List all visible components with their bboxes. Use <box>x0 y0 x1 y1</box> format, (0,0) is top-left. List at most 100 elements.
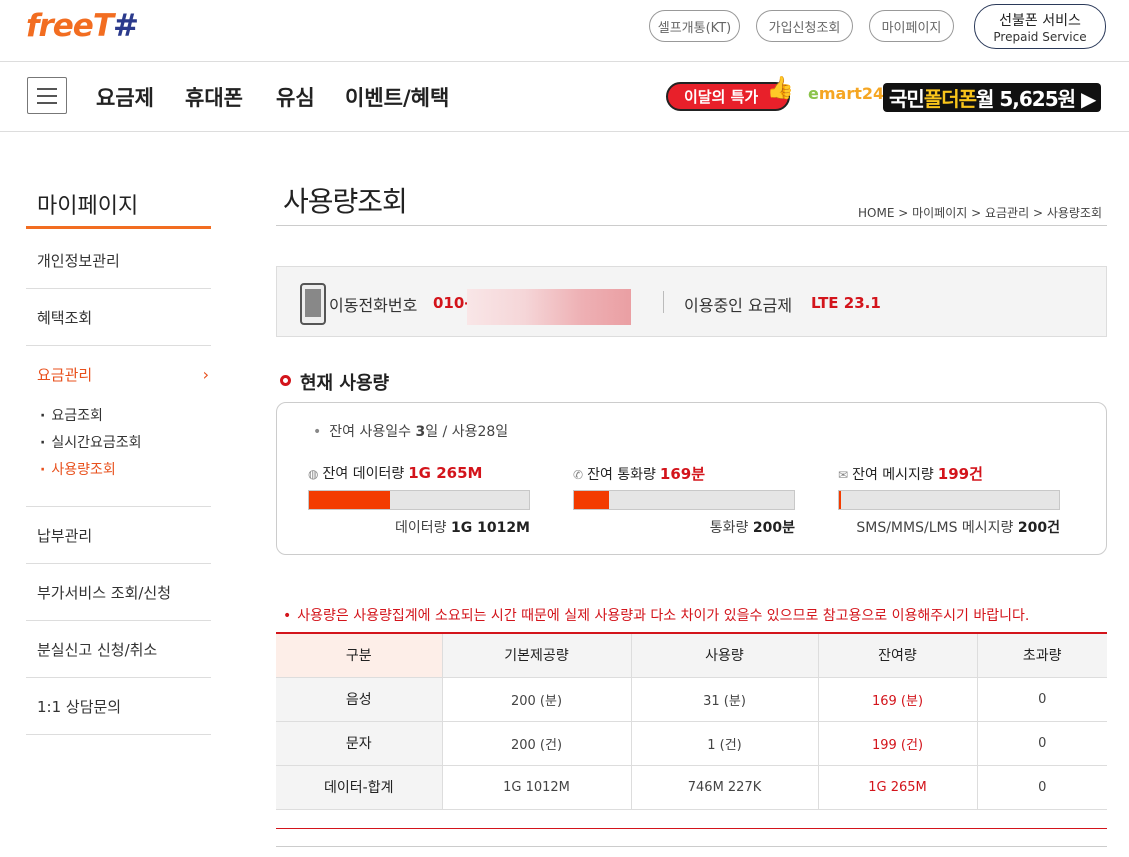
table-row: 음성 200 (분) 31 (분) 169 (분) 0 <box>276 677 1107 722</box>
total-value: 200건 <box>1017 520 1060 536</box>
row-used: 1 (건) <box>630 721 818 766</box>
title-divider <box>276 225 1107 226</box>
col-excess: 초과량 <box>976 633 1107 678</box>
thumbs-up-icon: 👍 <box>766 76 794 101</box>
sidebar-item-label: 요금관리 <box>37 366 93 384</box>
sidebar-item-label: 개인정보관리 <box>37 251 120 270</box>
nav-phones[interactable]: 휴대폰 <box>185 82 243 112</box>
chevron-right-icon: › <box>202 365 209 384</box>
row-remaining: 1G 265M <box>817 765 977 810</box>
folder-phone-banner[interactable]: 국민 폴더폰 월 5,625원 ▶ <box>883 83 1102 112</box>
message-usage-metric: ✉ 잔여 메시지량 199건 SMS/MMS/LMS 메시지량 200건 <box>838 463 1060 536</box>
sidebar-item-loss-report[interactable]: 분실신고 신청/취소 <box>26 621 211 678</box>
total-value: 1G 1012M <box>450 520 530 536</box>
info-separator <box>663 291 664 313</box>
sidebar-item-benefits[interactable]: 혜택조회 <box>26 289 211 346</box>
days-remaining-value: 3 <box>415 424 426 440</box>
breadcrumb: HOME > 마이페이지 > 요금관리 > 사용량조회 <box>858 206 1103 220</box>
monthly-deal-text: 이달의 특가 <box>684 88 759 106</box>
logo-text: freeT <box>26 8 114 44</box>
data-usage-bar <box>308 490 530 510</box>
metric-value: 169분 <box>659 465 706 483</box>
sidebar-title-underline <box>26 226 211 229</box>
sub-item-usage-inquiry[interactable]: 사용량조회 <box>40 459 115 479</box>
emart24-logo[interactable]: emart24 <box>808 84 884 103</box>
row-category: 데이터-합계 <box>276 765 442 810</box>
metric-total: 통화량 200분 <box>710 517 795 537</box>
row-used: 746M 227K <box>630 765 818 810</box>
row-excess: 0 <box>976 721 1107 766</box>
table-row: 데이터-합계 1G 1012M 746M 227K 1G 265M 0 <box>276 765 1107 810</box>
mail-icon: ✉ <box>838 468 849 482</box>
row-category: 문자 <box>276 721 442 766</box>
logo-hash: # <box>112 8 139 44</box>
page-title: 사용량조회 <box>283 185 408 218</box>
top-header: freeT# 셀프개통(KT) 가입신청조회 마이페이지 선불폰 서비스 Pre… <box>0 0 1129 62</box>
subscriber-info-box: 이동전화번호 010-4 이용중인 요금제 LTE 23.1 <box>276 266 1107 337</box>
main-nav: 요금제 휴대폰 유심 이벤트/혜택 이달의 특가 👍 emart24 국민 폴더폰… <box>0 62 1129 132</box>
nav-usim[interactable]: 유심 <box>276 82 315 112</box>
promo-price: 월 5,625원 ▶ <box>976 87 1096 111</box>
nav-plans[interactable]: 요금제 <box>96 82 154 112</box>
plan-value: LTE 23.1 <box>811 294 881 312</box>
sub-item-realtime-fee[interactable]: 실시간요금조회 <box>40 432 141 452</box>
row-basic: 1G 1012M <box>441 765 631 810</box>
promo-word-1: 국민 <box>889 87 925 111</box>
bottom-red-divider <box>276 828 1107 829</box>
sidebar-item-consultation[interactable]: 1:1 상담문의 <box>26 678 211 735</box>
total-value: 200분 <box>752 520 795 536</box>
usage-table: 구분 기본제공량 사용량 잔여량 초과량 음성 200 (분) 31 (분) 1… <box>276 632 1107 810</box>
metric-total: SMS/MMS/LMS 메시지량 200건 <box>856 517 1060 537</box>
total-label: 통화량 <box>709 520 753 536</box>
days-suffix: 일 / 사용28일 <box>425 424 509 440</box>
sidebar-item-billing[interactable]: 요금관리 › <box>26 346 211 403</box>
monthly-deal-banner[interactable]: 이달의 특가 👍 <box>666 76 794 111</box>
message-usage-bar <box>838 490 1060 510</box>
row-basic: 200 (건) <box>441 721 631 766</box>
total-label: SMS/MMS/LMS 메시지량 <box>856 520 1018 536</box>
col-category: 구분 <box>276 633 442 678</box>
self-activation-link[interactable]: 셀프개통(KT) <box>649 10 740 42</box>
metric-label: 잔여 메시지량 <box>852 467 934 483</box>
remaining-days: 잔여 사용일수 3일 / 사용28일 <box>313 421 508 441</box>
sidebar-item-addon-services[interactable]: 부가서비스 조회/신청 <box>26 564 211 621</box>
usage-bar-fill <box>309 491 391 509</box>
row-remaining: 199 (건) <box>817 721 977 766</box>
sidebar-item-label: 부가서비스 조회/신청 <box>37 583 172 602</box>
hamburger-menu-icon[interactable] <box>27 77 67 114</box>
call-usage-metric: ✆ 잔여 통화량 169분 통화량 200분 <box>573 463 795 536</box>
sidebar-item-payment[interactable]: 납부관리 <box>26 507 211 564</box>
section-bullet-icon <box>280 375 291 386</box>
prepaid-subtitle: Prepaid Service <box>993 30 1087 44</box>
prepaid-service-button[interactable]: 선불폰 서비스 Prepaid Service <box>974 4 1106 49</box>
sidebar-item-label: 납부관리 <box>37 526 93 545</box>
call-usage-bar <box>573 490 795 510</box>
table-header-row: 구분 기본제공량 사용량 잔여량 초과량 <box>276 633 1107 678</box>
row-remaining: 169 (분) <box>817 677 977 722</box>
col-remaining: 잔여량 <box>817 633 977 678</box>
metric-total: 데이터량 1G 1012M <box>395 517 530 537</box>
row-basic: 200 (분) <box>441 677 631 722</box>
usage-bar-fill <box>574 491 610 509</box>
row-used: 31 (분) <box>630 677 818 722</box>
mobile-phone-icon <box>300 283 326 325</box>
row-category: 음성 <box>276 677 442 722</box>
subscription-inquiry-link[interactable]: 가입신청조회 <box>756 10 853 42</box>
nav-events[interactable]: 이벤트/혜택 <box>345 82 449 112</box>
current-usage-heading: 현재 사용량 <box>300 373 390 394</box>
sub-item-fee-inquiry[interactable]: 요금조회 <box>40 405 103 425</box>
metric-label: 잔여 통화량 <box>587 467 656 483</box>
row-excess: 0 <box>976 677 1107 722</box>
mypage-link[interactable]: 마이페이지 <box>869 10 954 42</box>
emart-e: e <box>808 84 819 103</box>
sidebar-item-label: 분실신고 신청/취소 <box>37 640 158 659</box>
usage-summary-box: 잔여 사용일수 3일 / 사용28일 ◍잔여 데이터량1G 265M 데이터량 … <box>276 402 1107 555</box>
table-row: 문자 200 (건) 1 (건) 199 (건) 0 <box>276 721 1107 766</box>
sidebar-item-personal-info[interactable]: 개인정보관리 <box>26 232 211 289</box>
phone-number-label: 이동전화번호 <box>329 296 418 315</box>
freet-logo[interactable]: freeT# <box>26 8 139 44</box>
prepaid-title: 선불폰 서비스 <box>999 13 1081 29</box>
metric-label: 잔여 데이터량 <box>322 466 405 482</box>
data-usage-metric: ◍ 잔여 데이터량 1G 265M 데이터량 1G 1012M <box>308 463 530 536</box>
globe-icon: ◍ <box>308 467 319 481</box>
